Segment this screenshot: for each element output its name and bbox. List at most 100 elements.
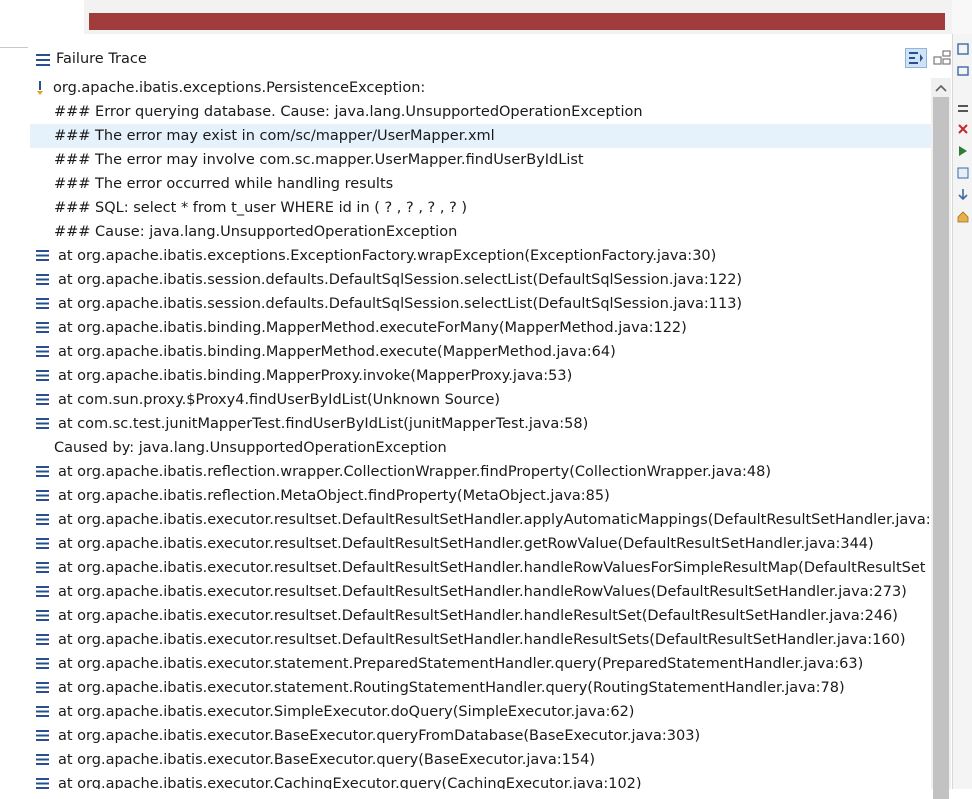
list-icon[interactable] [957,102,969,116]
stack-frame-icon [36,394,49,405]
stack-frame-icon [36,754,49,765]
stack-frame-icon [36,610,49,621]
trace-row-stack-frame[interactable]: at org.apache.ibatis.reflection.MetaObje… [30,484,931,508]
stack-frame-icon [36,514,49,525]
trace-row-message[interactable]: ### Error querying database. Cause: java… [30,100,931,124]
scroll-up-arrow-icon[interactable] [934,82,948,94]
error-icon[interactable] [957,122,969,136]
trace-text: at org.apache.ibatis.executor.BaseExecut… [58,752,595,768]
trace-row-stack-frame[interactable]: at org.apache.ibatis.executor.statement.… [30,676,931,700]
stack-frame-icon [36,778,49,789]
trace-text: at org.apache.ibatis.executor.resultset.… [58,584,907,600]
trace-text: at org.apache.ibatis.executor.statement.… [58,656,864,672]
trace-row-stack-frame[interactable]: at org.apache.ibatis.executor.resultset.… [30,628,931,652]
stack-frame-icon [36,346,49,357]
trace-row-stack-frame[interactable]: at org.apache.ibatis.binding.MapperMetho… [30,340,931,364]
trace-row-stack-frame[interactable]: at org.apache.ibatis.executor.BaseExecut… [30,724,931,748]
window-icon[interactable] [957,42,969,56]
trace-text: at org.apache.ibatis.executor.resultset.… [58,632,906,648]
trace-text: at org.apache.ibatis.binding.MapperMetho… [58,344,616,360]
right-toolbar-strip [952,34,972,789]
stack-frame-icon [36,682,49,693]
vertical-scrollbar[interactable] [931,78,951,799]
trace-text: at org.apache.ibatis.binding.MapperProxy… [58,368,573,384]
trace-row-stack-frame[interactable]: at org.apache.ibatis.executor.SimpleExec… [30,700,931,724]
trace-row-stack-frame[interactable]: at org.apache.ibatis.executor.resultset.… [30,532,931,556]
trace-text: ### The error may involve com.sc.mapper.… [54,152,584,168]
stack-frame-icon [36,586,49,597]
home-icon[interactable] [957,210,969,224]
trace-text: at org.apache.ibatis.executor.CachingExe… [58,776,642,789]
stack-frame-icon [36,634,49,645]
trace-text: at org.apache.ibatis.session.defaults.De… [58,272,743,288]
stack-trace-icon [36,54,50,66]
trace-text: ### Error querying database. Cause: java… [54,104,643,120]
trace-row-stack-frame[interactable]: at com.sc.test.junitMapperTest.findUserB… [30,412,931,436]
failure-trace-list[interactable]: org.apache.ibatis.exceptions.Persistence… [30,76,931,789]
trace-text: at org.apache.ibatis.executor.resultset.… [58,608,898,624]
trace-text: at org.apache.ibatis.executor.SimpleExec… [58,704,635,720]
trace-text: at com.sun.proxy.$Proxy4.findUserByIdLis… [58,392,501,408]
trace-text: at org.apache.ibatis.executor.statement.… [58,680,845,696]
trace-row-message[interactable]: ### Cause: java.lang.UnsupportedOperatio… [30,220,931,244]
test-progress-bar [89,13,945,30]
trace-row-stack-frame[interactable]: at org.apache.ibatis.executor.CachingExe… [30,772,931,789]
topbar-right-edge [952,0,972,34]
trace-text: at org.apache.ibatis.executor.resultset.… [58,560,926,576]
trace-row-stack-frame[interactable]: at org.apache.ibatis.session.defaults.De… [30,268,931,292]
scrollbar-thumb[interactable] [933,97,949,799]
trace-row-stack-frame[interactable]: at org.apache.ibatis.executor.resultset.… [30,580,931,604]
stack-frame-icon [36,466,49,477]
trace-text: at org.apache.ibatis.session.defaults.De… [58,296,743,312]
stack-frame-icon [36,370,49,381]
compare-results-button[interactable] [932,48,952,68]
trace-text: at org.apache.ibatis.executor.resultset.… [58,536,874,552]
stack-frame-icon [36,562,49,573]
stack-frame-icon [36,658,49,669]
trace-text: ### Cause: java.lang.UnsupportedOperatio… [54,224,458,240]
trace-row-stack-frame[interactable]: at org.apache.ibatis.executor.BaseExecut… [30,748,931,772]
trace-row-stack-frame[interactable]: at org.apache.ibatis.executor.resultset.… [30,556,931,580]
trace-text: at com.sc.test.junitMapperTest.findUserB… [58,416,589,432]
trace-text: ### The error may exist in com/sc/mapper… [54,128,495,144]
trace-row-stack-frame[interactable]: at org.apache.ibatis.binding.MapperProxy… [30,364,931,388]
trace-text: at org.apache.ibatis.exceptions.Exceptio… [58,248,717,264]
panel-divider [0,47,28,48]
trace-row-stack-frame[interactable]: at org.apache.ibatis.binding.MapperMetho… [30,316,931,340]
trace-row-caused-by[interactable]: Caused by: java.lang.UnsupportedOperatio… [30,436,931,460]
trace-row-stack-frame[interactable]: at org.apache.ibatis.session.defaults.De… [30,292,931,316]
stack-frame-icon [36,418,49,429]
view-icon[interactable] [957,64,969,78]
download-icon[interactable] [957,188,969,202]
trace-row-exception[interactable]: org.apache.ibatis.exceptions.Persistence… [30,76,931,100]
stack-frame-icon [36,250,49,261]
trace-row-message[interactable]: ### The error occurred while handling re… [30,172,931,196]
trace-text: at org.apache.ibatis.executor.resultset.… [58,512,931,528]
trace-text: at org.apache.ibatis.binding.MapperMetho… [58,320,687,336]
filter-stack-icon [909,52,923,64]
trace-row-stack-frame[interactable]: at org.apache.ibatis.executor.resultset.… [30,508,931,532]
failure-trace-header: Failure Trace [30,46,952,74]
trace-row-message[interactable]: ### The error may involve com.sc.mapper.… [30,148,931,172]
trace-text: ### SQL: select * from t_user WHERE id i… [54,200,468,216]
trace-row-stack-frame[interactable]: at org.apache.ibatis.executor.statement.… [30,652,931,676]
stack-frame-icon [36,730,49,741]
stack-frame-icon [36,490,49,501]
console-icon[interactable] [957,166,969,180]
stack-frame-icon [36,322,49,333]
trace-row-message[interactable]: ### The error may exist in com/sc/mapper… [30,124,931,148]
trace-row-stack-frame[interactable]: at org.apache.ibatis.reflection.wrapper.… [30,460,931,484]
trace-text: Caused by: java.lang.UnsupportedOperatio… [54,440,447,456]
junit-topbar [0,0,972,34]
trace-row-stack-frame[interactable]: at org.apache.ibatis.executor.resultset.… [30,604,931,628]
trace-text: at org.apache.ibatis.executor.BaseExecut… [58,728,701,744]
run-icon[interactable] [957,144,969,158]
compare-results-icon [933,50,951,65]
trace-row-message[interactable]: ### SQL: select * from t_user WHERE id i… [30,196,931,220]
stack-frame-icon [36,706,49,717]
trace-row-stack-frame[interactable]: at com.sun.proxy.$Proxy4.findUserByIdLis… [30,388,931,412]
trace-text: ### The error occurred while handling re… [54,176,394,192]
trace-row-stack-frame[interactable]: at org.apache.ibatis.exceptions.Exceptio… [30,244,931,268]
filter-stack-button[interactable] [905,48,927,68]
panel-title: Failure Trace [56,51,147,67]
